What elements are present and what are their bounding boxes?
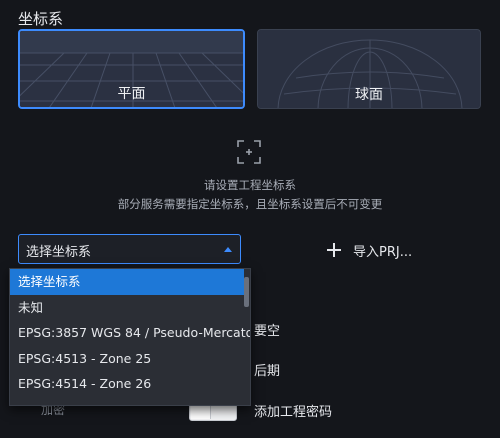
empty-option-label: 要空 <box>254 324 281 339</box>
sphere-label: 球面 <box>355 87 383 103</box>
dropdown-option[interactable]: EPSG:3857 WGS 84 / Pseudo-Mercator <box>10 320 250 346</box>
dropdown-option[interactable]: EPSG:4513 - Zone 25 <box>10 346 244 372</box>
dropdown-option[interactable]: EPSG:4514 - Zone 26 <box>10 371 244 397</box>
scan-focus-icon <box>237 140 261 164</box>
select-value: 选择坐标系 <box>26 245 92 260</box>
dropdown-option[interactable]: 选择坐标系 <box>10 269 244 295</box>
caret-up-icon[interactable] <box>224 247 232 252</box>
expire-option-label: 后期 <box>254 364 281 379</box>
import-prj-label: 导入PRJ... <box>353 244 413 260</box>
plane-label: 平面 <box>117 86 146 102</box>
plus-icon <box>327 243 341 257</box>
section-title: 坐标系 <box>18 10 64 28</box>
plane-option-card[interactable]: 平面 <box>18 29 245 109</box>
empty-hint-description: 部分服务需要指定坐标系，且坐标系设置后不可变更 <box>117 197 383 211</box>
add-password-label: 添加工程密码 <box>254 405 333 420</box>
empty-hint-title: 请设置工程坐标系 <box>204 178 296 192</box>
coordinate-system-select[interactable]: 选择坐标系 <box>18 234 241 264</box>
dropdown-option[interactable]: 未知 <box>10 295 244 321</box>
coordinate-system-dropdown[interactable]: 选择坐标系 未知 EPSG:3857 WGS 84 / Pseudo-Merca… <box>9 268 251 406</box>
sphere-option-card[interactable]: 球面 <box>257 29 481 109</box>
dropdown-scrollbar[interactable] <box>244 277 249 307</box>
import-prj-button[interactable]: 导入PRJ... <box>327 240 412 260</box>
